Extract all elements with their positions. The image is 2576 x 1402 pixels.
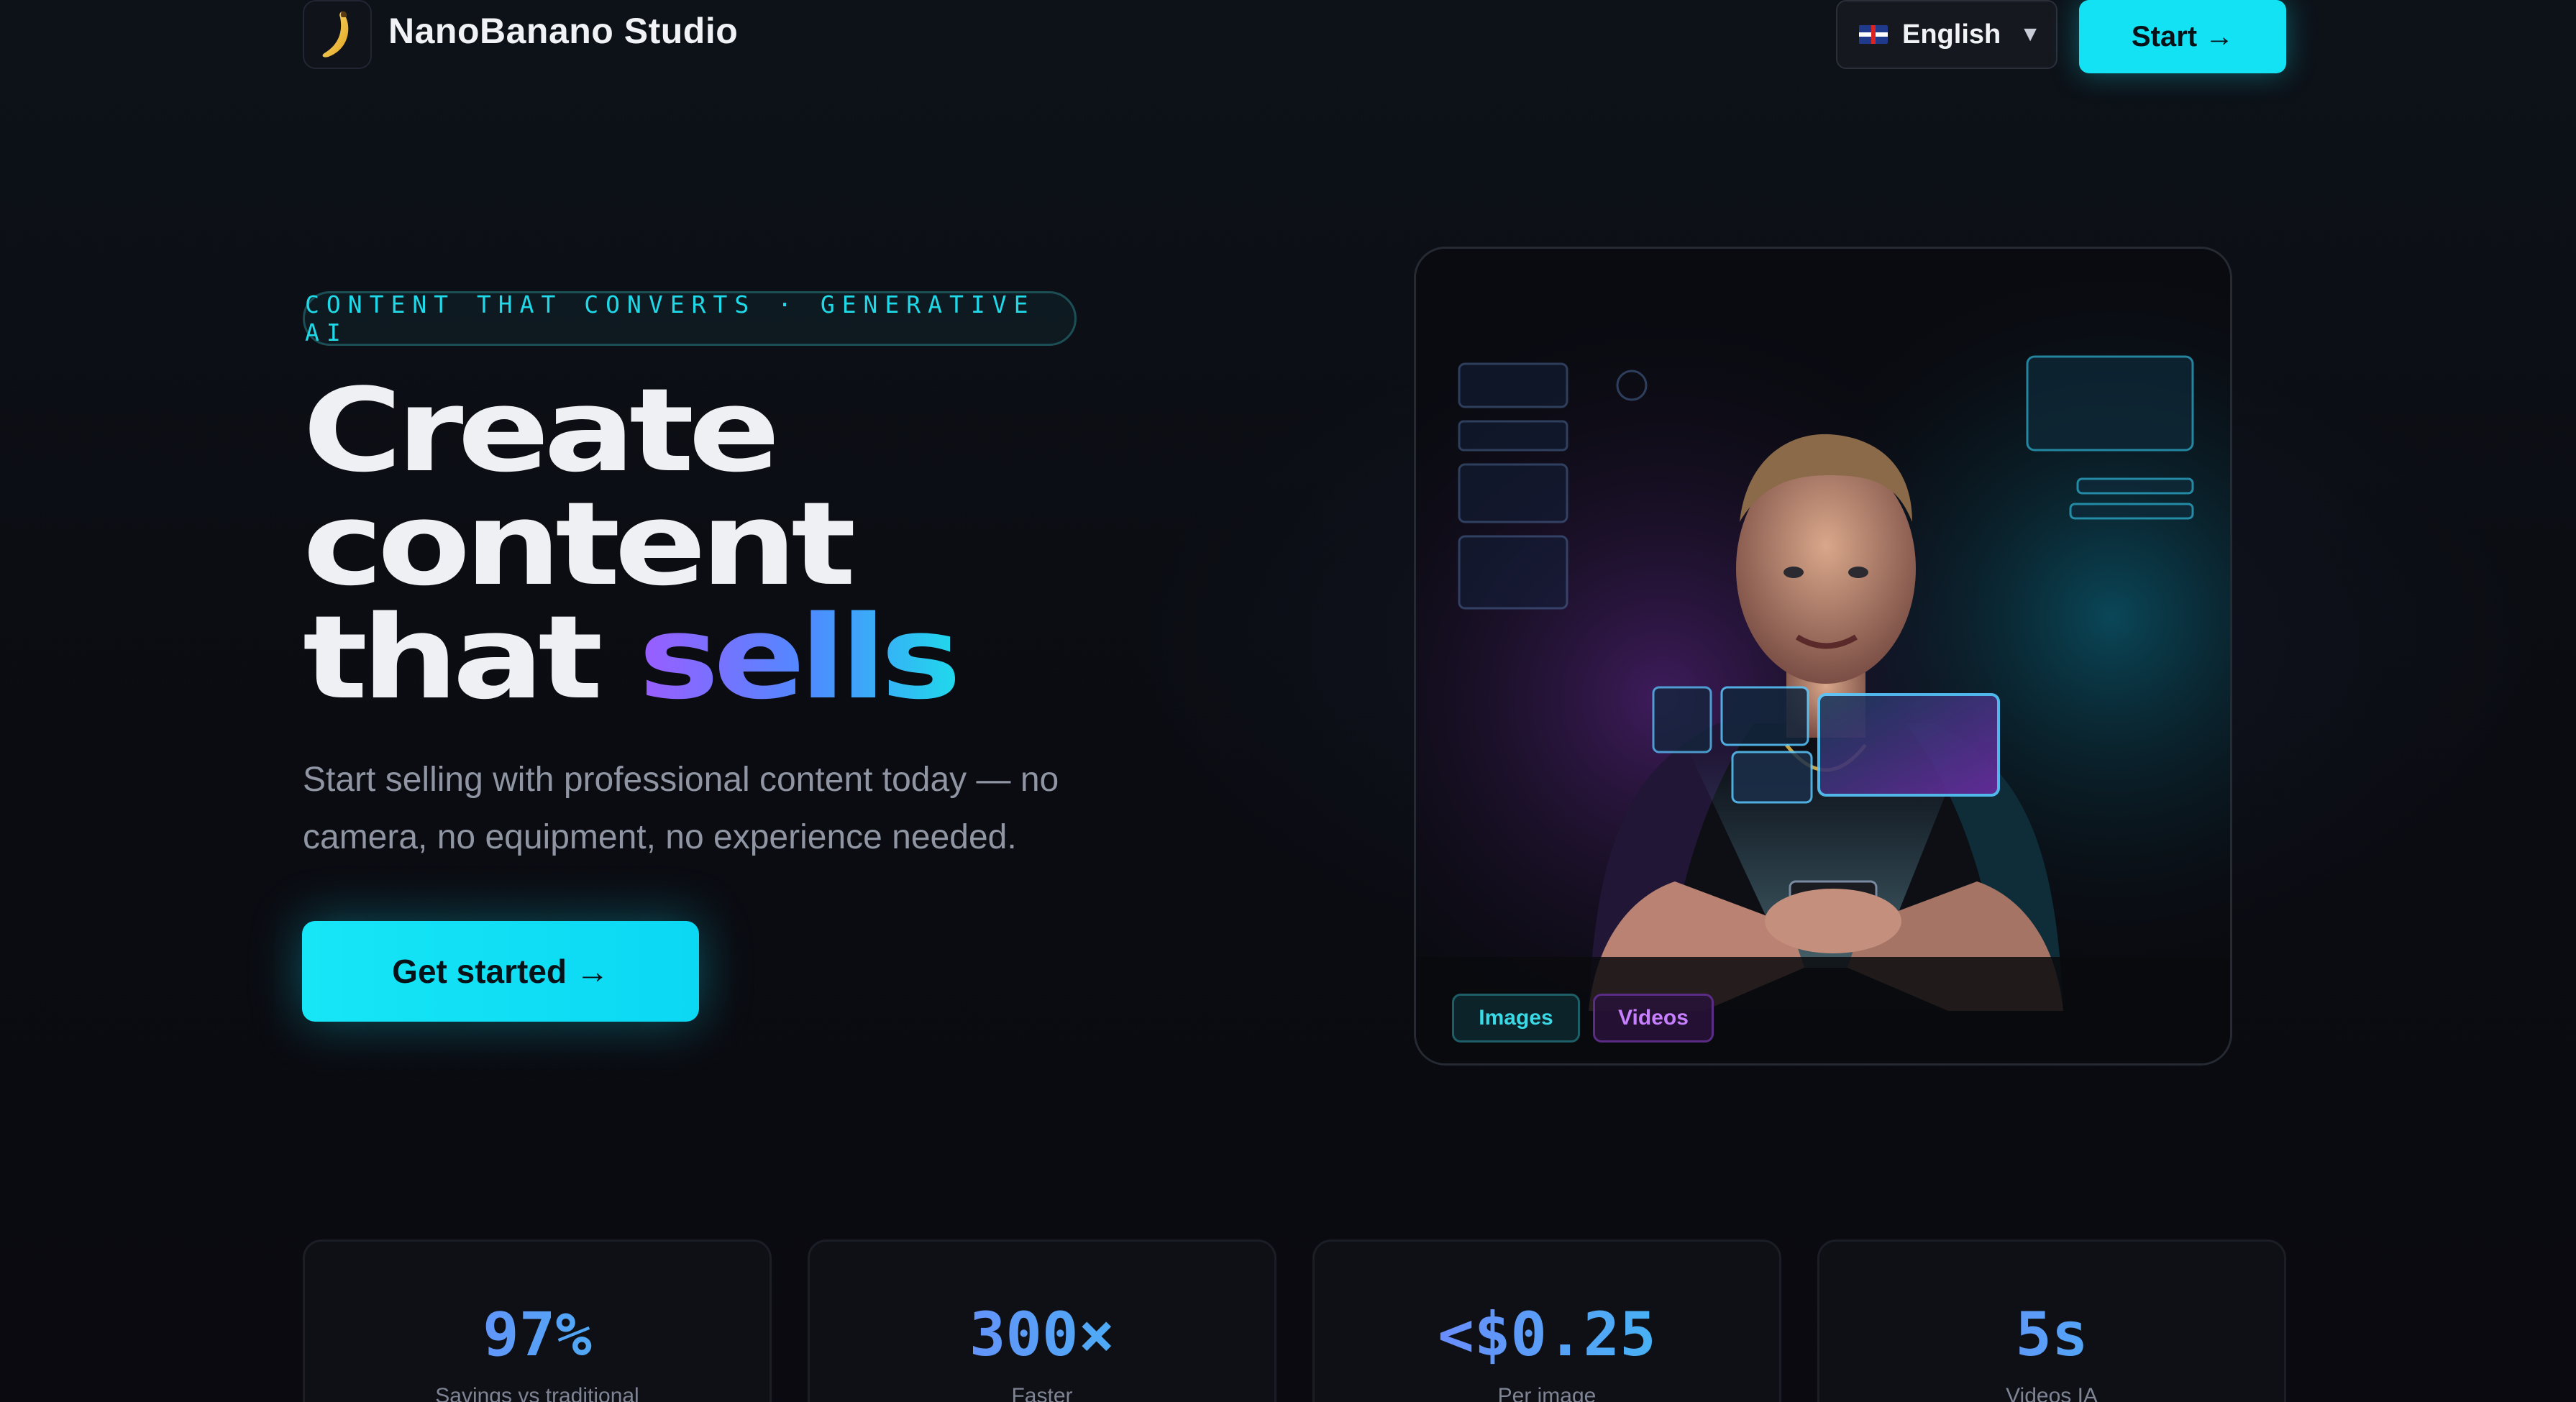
stat-card: <$0.25 Per image xyxy=(1312,1240,1781,1402)
banana-icon xyxy=(322,12,349,58)
hero-subtitle: Start selling with professional content … xyxy=(303,761,1059,856)
get-started-button[interactable]: Get started → xyxy=(302,921,699,1022)
stat-label: Videos IA xyxy=(2006,1384,2098,1402)
eyebrow-badge: CONTENT THAT CONVERTS · GENERATIVE AI xyxy=(303,290,1077,347)
start-button[interactable]: Start → xyxy=(2079,0,2286,73)
headline-line-1: Create xyxy=(303,363,780,498)
uk-flag-icon xyxy=(1859,25,1888,44)
stat-value: <$0.25 xyxy=(1315,1299,1779,1370)
stat-label: Per image xyxy=(1497,1384,1597,1402)
stat-label: Faster xyxy=(1011,1384,1073,1402)
language-select[interactable]: English ▼ xyxy=(1836,0,2057,69)
stat-label: Savings vs traditional xyxy=(435,1384,639,1402)
stat-card: 5s Videos IA xyxy=(1817,1240,2286,1402)
hero-illustration xyxy=(1416,249,2230,1063)
headline-plain-word: that xyxy=(303,590,603,725)
stat-value: 5s xyxy=(1819,1299,2284,1370)
tag-images[interactable]: Images xyxy=(1452,994,1580,1043)
tag-videos[interactable]: Videos xyxy=(1593,994,1714,1043)
chevron-down-icon: ▼ xyxy=(2019,22,2041,46)
stat-value: 97% xyxy=(305,1299,769,1370)
headline-line-2: content xyxy=(303,477,856,611)
brand-name[interactable]: NanoBanano Studio xyxy=(388,10,738,52)
brand-logo[interactable] xyxy=(303,0,372,69)
hero-headline: Create content that sells xyxy=(303,363,962,715)
hero-media-card: Images Videos xyxy=(1414,247,2232,1066)
headline-line-3: that sells xyxy=(303,600,962,715)
stat-card: 97% Savings vs traditional xyxy=(303,1240,772,1402)
language-label: English xyxy=(1902,19,2001,50)
headline-highlight-word: sells xyxy=(638,590,962,725)
stat-value: 300× xyxy=(810,1299,1274,1370)
stat-card: 300× Faster xyxy=(808,1240,1276,1402)
